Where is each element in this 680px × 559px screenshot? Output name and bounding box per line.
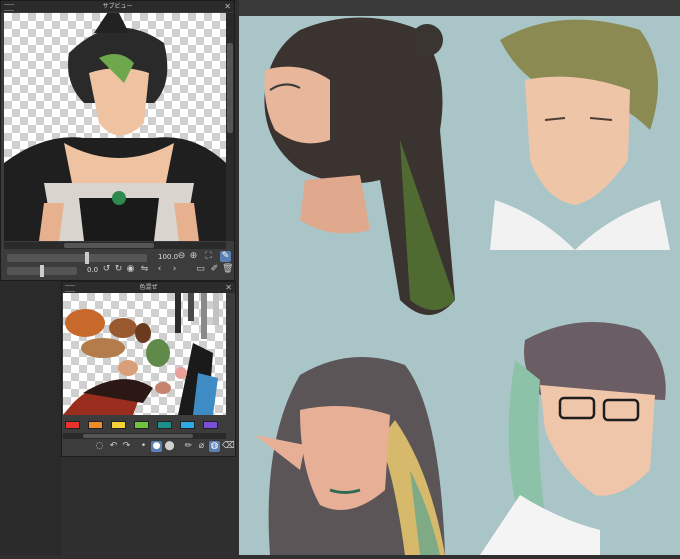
zoom-in-icon[interactable]: ⊕ bbox=[188, 251, 199, 262]
subview-hscroll-thumb[interactable] bbox=[64, 243, 154, 248]
color-swatch[interactable] bbox=[157, 421, 172, 429]
color-mixing-title: 色混ぜ bbox=[139, 284, 158, 291]
character-profile-longhair bbox=[264, 17, 455, 315]
large-brush-size-icon[interactable]: ⬤ bbox=[164, 441, 175, 452]
subview-preview[interactable] bbox=[4, 13, 226, 241]
color-swatch[interactable] bbox=[203, 421, 218, 429]
eraser-icon[interactable]: ⌫ bbox=[222, 441, 235, 452]
fit-icon[interactable]: ⛶ bbox=[203, 251, 214, 262]
small-brush-size-icon[interactable]: • bbox=[138, 441, 149, 452]
undo-icon[interactable]: ↶ bbox=[108, 441, 119, 452]
panel-grip-icon[interactable] bbox=[4, 4, 14, 11]
eyedropper-icon[interactable]: ✎ bbox=[220, 251, 231, 262]
rotate-slider[interactable] bbox=[7, 265, 77, 277]
color-mixing-titlebar[interactable]: 色混ぜ ✕ bbox=[62, 282, 235, 293]
artwork-illustration bbox=[255, 17, 670, 555]
rotate-value: 0.0 bbox=[87, 266, 99, 274]
subview-scroll-thumb[interactable] bbox=[227, 43, 233, 133]
subview-title: サブビュー bbox=[102, 3, 133, 10]
color-panel-scroll-thumb[interactable] bbox=[83, 434, 193, 438]
subview-panel[interactable]: サブビュー ✕ 100.0 ⊖ ⊕ ⛶ ✎ 0.0 ↺ ↻ ◉ ⇋ ‹ › ▭ … bbox=[0, 0, 235, 281]
color-panel-scrollbar[interactable] bbox=[63, 433, 226, 439]
character-rainbow-hair bbox=[255, 357, 445, 555]
prev-icon[interactable]: ‹ bbox=[154, 264, 165, 275]
edit-icon[interactable]: ✐ bbox=[209, 264, 220, 275]
zoom-slider[interactable] bbox=[7, 252, 147, 264]
paint-strokes bbox=[63, 293, 219, 415]
canvas-header-strip bbox=[239, 0, 680, 16]
subview-preview-image bbox=[4, 13, 226, 241]
next-icon[interactable]: › bbox=[169, 264, 180, 275]
subview-titlebar[interactable]: サブビュー ✕ bbox=[1, 1, 234, 12]
medium-brush-size-icon[interactable]: ● bbox=[151, 441, 162, 452]
flip-icon[interactable]: ⇋ bbox=[139, 264, 150, 275]
main-canvas[interactable] bbox=[239, 0, 680, 555]
zoom-slider-handle[interactable] bbox=[85, 252, 89, 264]
zoom-out-icon[interactable]: ⊖ bbox=[176, 251, 187, 262]
color-swatch[interactable] bbox=[134, 421, 149, 429]
color-swatch[interactable] bbox=[88, 421, 103, 429]
panel-grip-icon[interactable] bbox=[65, 285, 75, 292]
character-glasses bbox=[480, 322, 666, 555]
color-swatch[interactable] bbox=[111, 421, 126, 429]
reset-icon[interactable]: ◉ bbox=[125, 264, 136, 275]
rotate-left-icon[interactable]: ↺ bbox=[101, 264, 112, 275]
color-swatch[interactable] bbox=[180, 421, 195, 429]
subview-scrollbar-vertical[interactable] bbox=[226, 13, 234, 241]
brush-icon[interactable]: ✏ bbox=[183, 441, 194, 452]
left-empty-area bbox=[0, 280, 62, 555]
close-icon[interactable]: ✕ bbox=[225, 282, 232, 293]
color-swatch[interactable] bbox=[65, 421, 80, 429]
open-file-icon[interactable]: ▭ bbox=[195, 264, 206, 275]
subview-scrollbar-horizontal[interactable] bbox=[4, 242, 226, 249]
rotate-slider-handle[interactable] bbox=[40, 265, 44, 277]
blend-icon[interactable]: ◍ bbox=[209, 441, 220, 452]
redo-icon[interactable]: ↷ bbox=[121, 441, 132, 452]
dropper-icon[interactable]: ⌀ bbox=[196, 441, 207, 452]
mix-tool-icon[interactable]: ◌ bbox=[94, 441, 105, 452]
color-mixing-canvas[interactable] bbox=[63, 293, 226, 415]
rotate-right-icon[interactable]: ↻ bbox=[113, 264, 124, 275]
delete-icon[interactable]: 🗑 bbox=[222, 264, 233, 275]
close-icon[interactable]: ✕ bbox=[224, 1, 231, 12]
character-front-collar bbox=[490, 19, 670, 250]
